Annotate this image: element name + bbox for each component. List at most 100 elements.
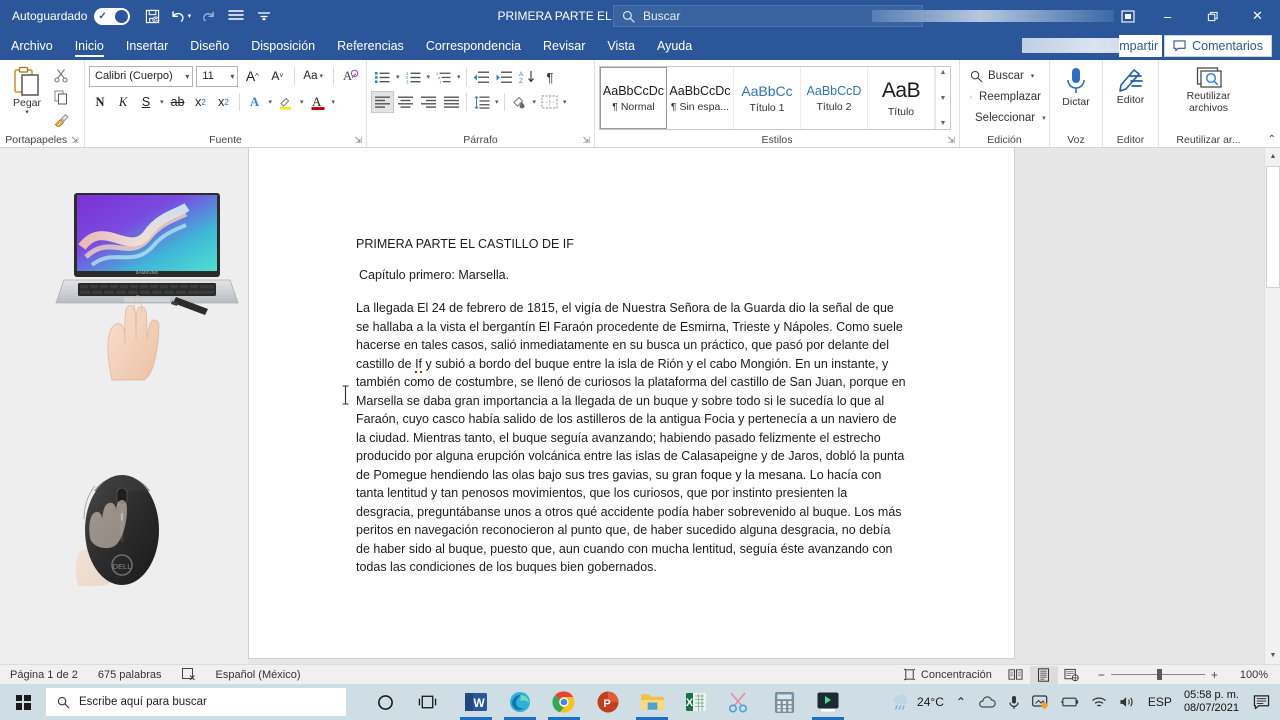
autosave-switch[interactable]: ✓ (94, 7, 131, 25)
anydesk-taskbar-icon[interactable] (806, 684, 850, 720)
powerpoint-taskbar-icon[interactable]: P (586, 684, 630, 720)
weather-widget[interactable]: 24°C (885, 684, 950, 720)
style-sin-espaciado[interactable]: AaBbCcDc ¶ Sin espa... (667, 67, 734, 129)
shrink-font-button[interactable]: A ˅ (266, 65, 288, 87)
shading-caret[interactable]: ▾ (531, 98, 539, 106)
style-titulo-2[interactable]: AaBbCcD Título 2 (801, 67, 868, 129)
align-right-button[interactable] (417, 91, 440, 113)
page-info[interactable]: Página 1 de 2 (0, 669, 88, 681)
clear-formatting-button[interactable]: A (340, 65, 362, 87)
tab-correspondencia[interactable]: Correspondencia (415, 32, 532, 60)
scrollbar-thumb[interactable] (1266, 166, 1280, 288)
borders-caret[interactable]: ▾ (561, 98, 569, 106)
tab-revisar[interactable]: Revisar (532, 32, 596, 60)
battery-icon[interactable] (1054, 684, 1085, 720)
bullets-caret[interactable]: ▾ (394, 73, 402, 81)
bold-button[interactable]: N (89, 91, 111, 113)
touch-mode-icon[interactable] (223, 3, 249, 29)
copy-button[interactable] (50, 87, 72, 108)
text-effects-caret[interactable]: ▾ (267, 98, 275, 106)
file-explorer-taskbar-icon[interactable] (630, 684, 674, 720)
highlight-color-button[interactable] (275, 91, 297, 113)
document-text-body[interactable]: PRIMERA PARTE EL CASTILLO DE IF Capítulo… (354, 237, 907, 577)
styles-dialog-launcher[interactable]: ⇲ (947, 135, 955, 146)
zoom-level-button[interactable]: 100% (1230, 669, 1276, 681)
font-color-caret[interactable]: ▾ (330, 98, 338, 106)
show-formatting-marks-button[interactable]: ¶ (539, 66, 562, 88)
scroll-up-icon[interactable]: ▲ (1265, 148, 1280, 165)
dictate-button[interactable]: Dictar (1054, 63, 1098, 131)
edge-taskbar-icon[interactable] (498, 684, 542, 720)
volume-icon[interactable] (1113, 684, 1142, 720)
word-taskbar-icon[interactable]: W (454, 684, 498, 720)
customize-quick-access-icon[interactable] (251, 3, 277, 29)
start-button[interactable] (0, 684, 46, 720)
reuse-files-button[interactable]: Reutilizar archivos (1169, 63, 1249, 131)
numbering-button[interactable]: 1 2 3 (402, 66, 425, 88)
cortana-icon[interactable] (364, 684, 406, 720)
tab-vista[interactable]: Vista (596, 32, 646, 60)
task-view-icon[interactable] (406, 684, 448, 720)
collapse-ribbon-button[interactable]: ⌃ (1268, 134, 1276, 145)
superscript-button[interactable]: x2 (213, 91, 235, 113)
screen-share-icon[interactable] (1026, 684, 1054, 720)
zoom-thumb[interactable] (1156, 669, 1162, 680)
save-icon[interactable] (139, 3, 165, 29)
align-left-button[interactable] (371, 91, 394, 113)
tab-disposicion[interactable]: Disposición (240, 32, 326, 60)
taskbar-clock[interactable]: 05:58 p. m. 08/07/2021 (1178, 689, 1247, 715)
italic-button[interactable]: K (112, 91, 134, 113)
strikethrough-button[interactable]: ab (167, 91, 189, 113)
align-center-button[interactable] (394, 91, 417, 113)
tab-diseno[interactable]: Diseño (179, 32, 240, 60)
font-dialog-launcher[interactable]: ⇲ (354, 135, 362, 146)
snipping-tool-taskbar-icon[interactable] (718, 684, 762, 720)
styles-scroll-up-icon[interactable]: ▲ (940, 69, 947, 76)
increase-indent-button[interactable] (493, 66, 516, 88)
zoom-slider[interactable]: − + (1092, 668, 1224, 682)
multilevel-list-button[interactable]: 1 a i (432, 66, 455, 88)
select-caret[interactable]: ▾ (1040, 114, 1048, 122)
document-page[interactable]: PRIMERA PARTE EL CASTILLO DE IF Capítulo… (249, 148, 1014, 720)
tab-referencias[interactable]: Referencias (326, 32, 415, 60)
underline-button[interactable]: S (135, 91, 157, 113)
line-spacing-caret[interactable]: ▾ (493, 98, 501, 106)
zoom-out-button[interactable]: − (1092, 668, 1111, 682)
sort-button[interactable]: A Z (516, 66, 539, 88)
chevron-down-icon[interactable]: ▾ (185, 72, 189, 81)
subscript-button[interactable]: x2 (190, 91, 212, 113)
paste-button[interactable]: Pegar ▾ (4, 63, 50, 131)
cut-button[interactable] (50, 65, 72, 86)
language-status[interactable]: Español (México) (206, 669, 311, 681)
font-color-button[interactable]: A (307, 91, 329, 113)
tab-ayuda[interactable]: Ayuda (646, 32, 703, 60)
multilevel-caret[interactable]: ▾ (455, 73, 463, 81)
styles-more-icon[interactable]: ▼ (940, 120, 947, 127)
tray-overflow-button[interactable]: ⌃ (950, 684, 972, 720)
font-name-combo[interactable]: Calibri (Cuerpo) ▾ (89, 65, 194, 87)
zoom-track[interactable] (1110, 669, 1205, 680)
calculator-taskbar-icon[interactable] (762, 684, 806, 720)
justify-button[interactable] (440, 91, 463, 113)
underline-options-caret[interactable]: ▾ (158, 98, 166, 106)
ribbon-display-options-button[interactable] (1111, 0, 1145, 32)
borders-button[interactable] (538, 91, 561, 113)
tab-inicio[interactable]: Inicio (64, 32, 115, 60)
style-titulo[interactable]: AaB Título (868, 67, 935, 129)
proofing-status[interactable] (172, 668, 206, 681)
view-print-layout-button[interactable] (1029, 665, 1058, 684)
laptop-with-hand-image[interactable]: SAMSUNG (52, 175, 242, 390)
paragraph-dialog-launcher[interactable]: ⇲ (582, 135, 590, 146)
bullets-button[interactable] (371, 66, 394, 88)
microphone-icon[interactable] (1002, 684, 1026, 720)
close-button[interactable]: ✕ (1235, 0, 1280, 32)
redo-icon[interactable] (195, 3, 221, 29)
chrome-taskbar-icon[interactable] (542, 684, 586, 720)
dell-mouse-with-hand-image[interactable]: DELL (60, 468, 180, 593)
vertical-scrollbar[interactable]: ▲ ▼ (1264, 148, 1280, 664)
find-button[interactable]: Buscar ▾ (966, 67, 1045, 86)
tab-insertar[interactable]: Insertar (115, 32, 179, 60)
taskbar-search-input[interactable]: Escribe aquí para buscar (46, 688, 346, 716)
focus-mode-button[interactable]: Concentración (893, 668, 1002, 681)
text-effects-button[interactable]: A (244, 91, 266, 113)
